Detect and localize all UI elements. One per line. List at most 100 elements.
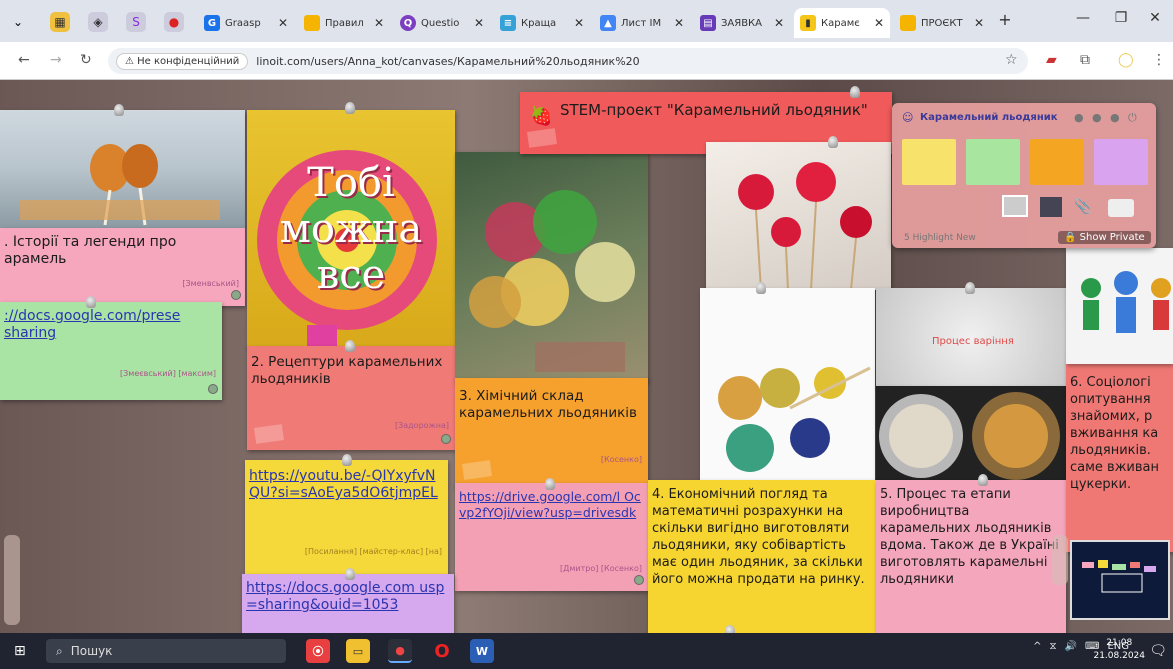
word-icon[interactable]: W (470, 639, 494, 663)
thumbtack-icon (828, 136, 838, 148)
volume-icon[interactable]: 🔊 (1065, 641, 1077, 652)
yellow-sticky-swatch[interactable] (902, 139, 956, 185)
lock-icon: 🔒 (1064, 232, 1080, 243)
taskbar-clock[interactable]: 21:08 21.08.2024 (1093, 637, 1145, 663)
opera-icon[interactable]: O (430, 639, 454, 663)
attachment-icon[interactable]: 📎 (1074, 199, 1091, 215)
thumbtack-icon (345, 340, 355, 352)
extensions-puzzle-icon[interactable]: ⧉ (1080, 52, 1090, 68)
memo-icon[interactable] (1108, 199, 1134, 217)
purple-sticky-swatch[interactable] (1094, 139, 1148, 185)
tab-rules[interactable]: Правил ✕ (298, 8, 390, 38)
close-icon[interactable]: ✕ (370, 16, 384, 30)
note-drive-link[interactable]: https://drive.google.com/l Ocvp2fYOji/vi… (455, 483, 648, 591)
lollipops-in-hand-image (469, 190, 635, 372)
tab-list-chevron-icon[interactable]: ⌄ (8, 12, 28, 32)
help-icon[interactable]: ● (1110, 111, 1120, 124)
tab-best[interactable]: ≡ Краща ✕ (494, 8, 590, 38)
canvas-scroll-handle-right[interactable] (1052, 535, 1068, 585)
network-icon[interactable]: ⧖ (1050, 641, 1057, 652)
colored-lollipops-image (718, 366, 871, 472)
caramel-candies-photo[interactable] (0, 110, 245, 228)
process-boiling-photo[interactable]: Процес варіння (876, 288, 1066, 388)
people-figures-photo[interactable] (1066, 248, 1173, 364)
close-icon[interactable]: ✕ (670, 16, 684, 30)
canvas-minimap[interactable] (1070, 540, 1170, 620)
note-youtube-link-text[interactable]: https://youtu.be/-QIYxyfvNQU?si=sAoEya5d… (249, 468, 444, 502)
security-chip[interactable]: ⚠ Не конфіденційний (116, 52, 249, 70)
taskbar-app-1-icon[interactable]: ⦿ (306, 639, 330, 663)
drive-icon: ▲ (600, 15, 616, 31)
syrup-pans-photo[interactable] (876, 386, 1066, 484)
lollipops-in-hand-photo[interactable] (455, 152, 648, 382)
reload-icon[interactable]: ↻ (80, 52, 92, 68)
note-process[interactable]: 5. Процес та етапи виробництва карамельн… (876, 480, 1066, 633)
note-menu-icon[interactable] (208, 384, 218, 394)
note-docs-link[interactable]: ://docs.google.com/prese sharing [Змеєвс… (0, 302, 222, 400)
note-chemistry[interactable]: 3. Хімічний склад карамельних льодяників… (455, 378, 648, 488)
note-recipes[interactable]: 2. Рецептури карамельних льодяників [Зад… (247, 346, 455, 450)
note-docs-sharing-link[interactable]: https://docs.google.com usp=sharing&ouid… (242, 574, 454, 633)
note-drive-link-text[interactable]: https://drive.google.com/l Ocvp2fYOji/vi… (459, 489, 644, 521)
settings-icon[interactable]: ● (1092, 111, 1102, 124)
note-history[interactable]: . Історії та легенди про арамель [Зменвс… (0, 228, 245, 306)
windows-start-icon[interactable]: ⊞ (14, 643, 26, 659)
photo-upload-icon[interactable] (1002, 195, 1028, 217)
highlight-new-label[interactable]: 5 Highlight New (904, 233, 976, 243)
minimize-icon[interactable]: — (1068, 10, 1098, 26)
note-docs-sharing-link-text[interactable]: https://docs.google.com usp=sharing&ouid… (246, 580, 450, 614)
video-icon[interactable] (1040, 197, 1062, 217)
url-input[interactable]: ⚠ Не конфіденційний linoit.com/users/Ann… (108, 48, 1028, 74)
graasp-icon: G (204, 15, 220, 31)
forward-arrow-icon[interactable]: → (50, 52, 62, 68)
close-icon[interactable]: ✕ (570, 16, 584, 30)
tab-questions[interactable]: Q Questio ✕ (394, 8, 490, 38)
linoit-icon: ▮ (800, 15, 816, 31)
tab-sheet[interactable]: ▲ Лист ІМ ✕ (594, 8, 690, 38)
pinned-tab-3-icon[interactable]: S (126, 12, 146, 32)
note-sociology[interactable]: 6. Соціологі опитування знайомих, р вжив… (1066, 362, 1173, 552)
menu-dots-icon[interactable]: ⋮ (1152, 52, 1166, 68)
green-sticky-swatch[interactable] (966, 139, 1020, 185)
note-menu-icon[interactable] (231, 290, 241, 300)
note-economics[interactable]: 4. Економічний погляд та математичні роз… (648, 480, 876, 633)
tab-graasp[interactable]: G Graasp ✕ (198, 8, 294, 38)
restore-icon[interactable]: ❐ (1106, 10, 1136, 26)
pinned-tab-4-icon[interactable]: ● (164, 12, 184, 32)
back-arrow-icon[interactable]: ← (18, 52, 30, 68)
close-icon[interactable]: ✕ (970, 16, 984, 30)
bookmark-star-icon[interactable]: ☆ (1005, 52, 1018, 68)
note-menu-icon[interactable] (441, 434, 451, 444)
tab-project[interactable]: ПРОЄКТ ✕ (894, 8, 990, 38)
profile-avatar-icon[interactable]: ◯ (1118, 52, 1134, 68)
power-icon[interactable]: ⏻ (1128, 111, 1137, 125)
tray-chevron-icon[interactable]: ^ (1033, 641, 1041, 652)
extension-icon[interactable]: ▰ (1046, 52, 1057, 68)
close-icon[interactable]: ✕ (470, 16, 484, 30)
close-icon[interactable]: ✕ (870, 16, 884, 30)
pinned-tab-1-icon[interactable]: ▦ (50, 12, 70, 32)
tab-application[interactable]: ▤ ЗАЯВКА ✕ (694, 8, 790, 38)
canvas-scroll-handle[interactable] (4, 535, 20, 625)
zoom-in-icon[interactable]: ● (1074, 111, 1084, 124)
file-explorer-icon[interactable]: ▭ (346, 639, 370, 663)
pinned-tab-2-icon[interactable]: ◈ (88, 12, 108, 32)
close-icon[interactable]: ✕ (770, 16, 784, 30)
show-private-button[interactable]: 🔒 Show Private (1058, 231, 1151, 244)
note-menu-icon[interactable] (634, 575, 644, 585)
tab-caramel-active[interactable]: ▮ Карамє ✕ (794, 8, 890, 38)
window-close-icon[interactable]: ✕ (1140, 10, 1170, 26)
note-docs-link-text[interactable]: ://docs.google.com/prese sharing (4, 308, 218, 342)
chrome-icon[interactable]: ● (388, 639, 412, 663)
site-icon: ≡ (500, 15, 516, 31)
orange-sticky-swatch[interactable] (1030, 139, 1084, 185)
lollipop-photo[interactable]: Тобі можна все (247, 110, 455, 350)
taskbar-search-input[interactable]: ⌕ Пошук (46, 639, 286, 663)
close-icon[interactable]: ✕ (274, 16, 288, 30)
note-youtube-link[interactable]: https://youtu.be/-QIYxyfvNQU?si=sAoEya5d… (245, 460, 448, 574)
notification-icon[interactable]: 🗨 (1149, 643, 1167, 659)
thumbtack-icon (345, 568, 355, 580)
heart-lollipops-photo[interactable] (706, 142, 891, 290)
new-tab-button[interactable]: + (990, 10, 1020, 29)
colored-lollipops-photo[interactable] (700, 288, 875, 484)
